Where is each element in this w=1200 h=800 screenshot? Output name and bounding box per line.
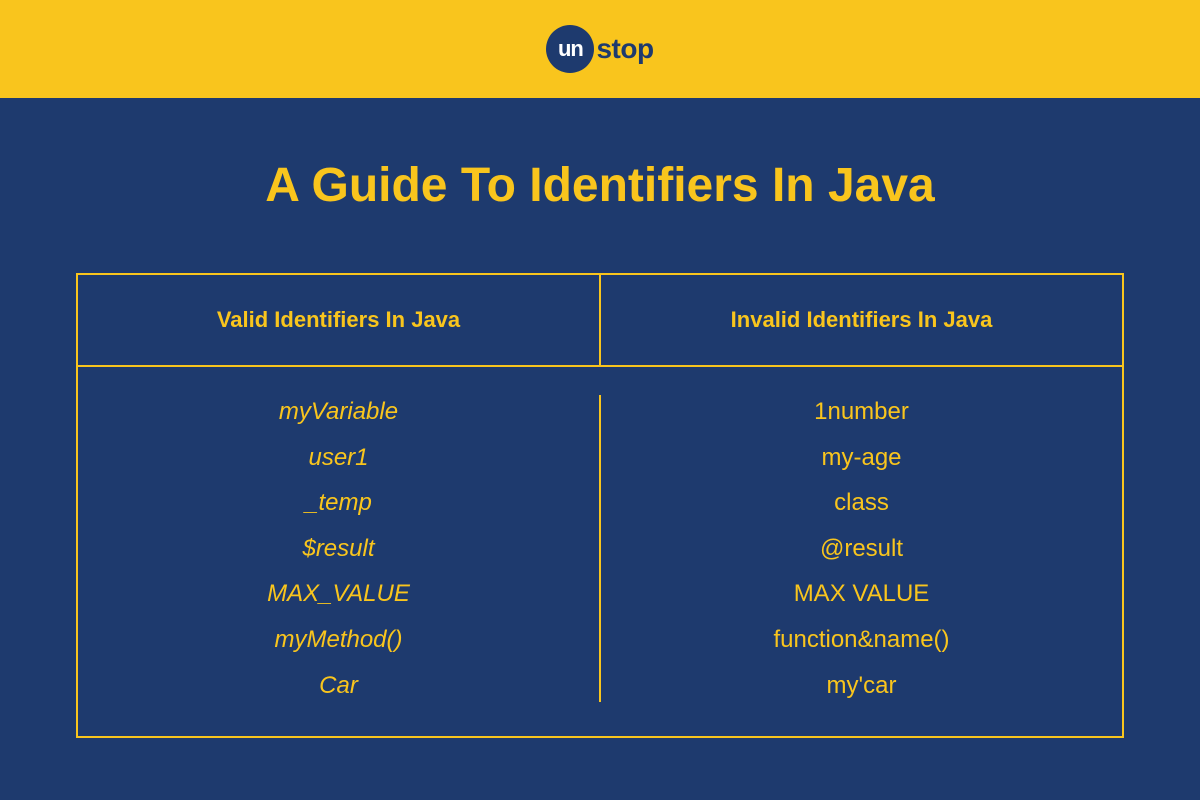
list-item: my-age <box>821 441 901 475</box>
list-item: _temp <box>305 486 372 520</box>
list-item: myMethod() <box>274 623 402 657</box>
logo-circle: un <box>546 25 594 73</box>
list-item: class <box>834 486 889 520</box>
list-item: myVariable <box>279 395 398 429</box>
content-area: A Guide To Identifiers In Java Valid Ide… <box>0 98 1200 800</box>
list-item: MAX VALUE <box>794 577 930 611</box>
list-item: function&name() <box>773 623 949 657</box>
column-header-valid: Valid Identifiers In Java <box>78 275 601 365</box>
table-header-row: Valid Identifiers In Java Invalid Identi… <box>78 275 1122 365</box>
list-item: @result <box>820 532 903 566</box>
table-body: myVariable user1 _temp $result MAX_VALUE myMe… <box>78 365 1122 736</box>
logo-circle-text: un <box>558 36 583 62</box>
list-item: my'car <box>827 669 897 703</box>
invalid-column: 1number my-age class @result MAX VALUE functi… <box>601 395 1122 702</box>
header-bar: un stop <box>0 0 1200 98</box>
logo-suffix-text: stop <box>596 33 653 65</box>
list-item: 1number <box>814 395 909 429</box>
identifiers-table: Valid Identifiers In Java Invalid Identi… <box>76 273 1124 738</box>
list-item: user1 <box>308 441 368 475</box>
list-item: $result <box>302 532 374 566</box>
list-item: Car <box>319 669 358 703</box>
logo: un stop <box>546 25 653 73</box>
page-title: A Guide To Identifiers In Java <box>265 158 934 213</box>
column-header-invalid: Invalid Identifiers In Java <box>601 275 1122 365</box>
list-item: MAX_VALUE <box>267 577 410 611</box>
valid-column: myVariable user1 _temp $result MAX_VALUE myMe… <box>78 395 601 702</box>
